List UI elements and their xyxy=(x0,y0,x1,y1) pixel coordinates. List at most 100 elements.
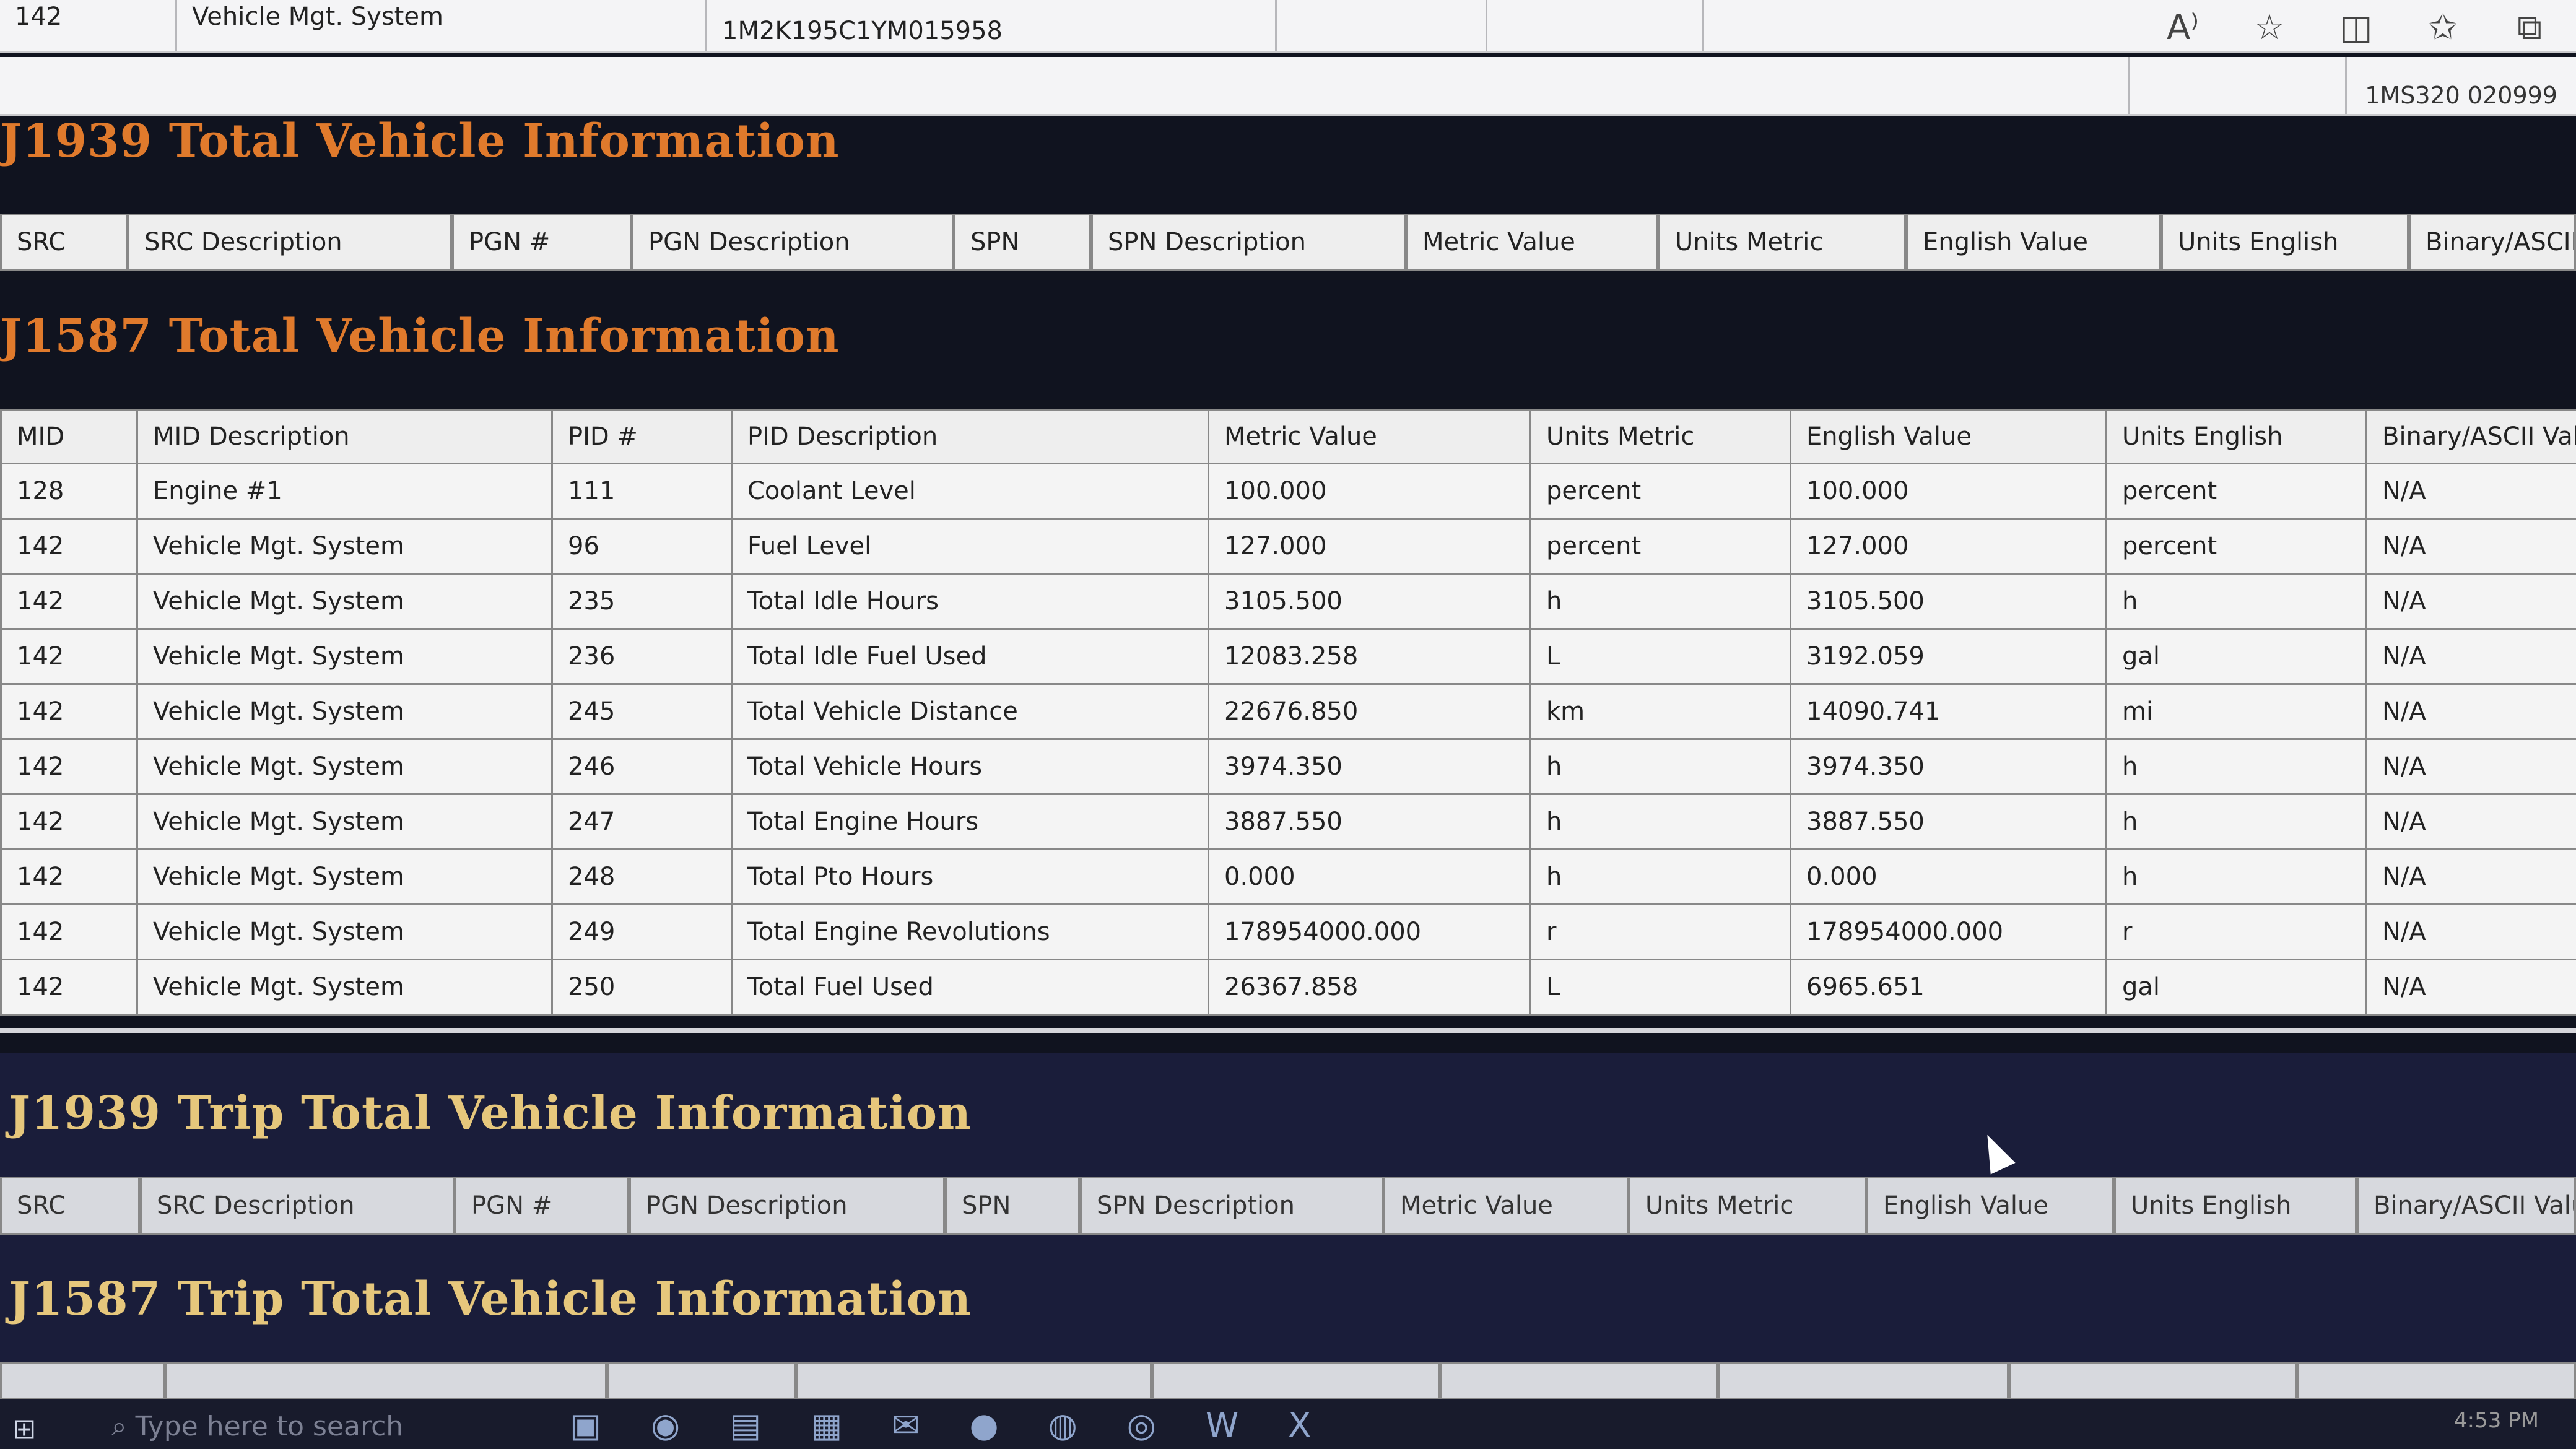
col-mid-description[interactable] xyxy=(165,1362,607,1399)
col-units-english[interactable] xyxy=(2009,1362,2297,1399)
cell-mid: 142 xyxy=(0,518,138,575)
cell-pid: 250 xyxy=(551,959,733,1016)
cell-units-metric: percent xyxy=(1530,518,1791,575)
table-row[interactable]: 142 Vehicle Mgt. System 247 Total Engine Ho… xyxy=(0,793,2576,850)
browser-icon[interactable]: ● xyxy=(969,1406,998,1445)
col-units-metric[interactable]: Units Metric xyxy=(1530,409,1791,464)
store-icon[interactable]: ▦ xyxy=(811,1406,842,1445)
quickbooks-icon[interactable]: ◎ xyxy=(1127,1406,1156,1445)
app-icon[interactable]: ◍ xyxy=(1048,1406,1077,1445)
cell-units-english: percent xyxy=(2105,518,2367,575)
cell-pid-description: Total Idle Hours xyxy=(731,573,1209,630)
col-units-english[interactable]: Units English xyxy=(2105,409,2367,464)
mail-icon[interactable]: ✉ xyxy=(892,1406,920,1445)
cell-metric-value: 3974.350 xyxy=(1208,738,1531,795)
col-pgn-description[interactable]: PGN Description xyxy=(632,214,954,271)
cell-units-english: mi xyxy=(2105,683,2367,740)
word-icon[interactable]: W xyxy=(1206,1406,1238,1445)
read-aloud-icon[interactable]: A⁾ xyxy=(2161,7,2204,48)
system-tray-clock[interactable]: 4:53 PM xyxy=(2454,1408,2539,1433)
col-mid-description[interactable]: MID Description xyxy=(136,409,553,464)
cell-english-value: 3105.500 xyxy=(1790,573,2107,630)
taskbar: ⊞ ⌕ Type here to search ▣ ◉ ▤ ▦ ✉ ● ◍ ◎ … xyxy=(0,1399,2576,1449)
col-binary-ascii[interactable]: Binary/ASCII Value xyxy=(2365,409,2576,464)
cell-mid-description: Vehicle Mgt. System xyxy=(136,683,553,740)
table-row[interactable]: 142 Vehicle Mgt. System 96 Fuel Level 127.00… xyxy=(0,518,2576,575)
col-pgn[interactable]: PGN # xyxy=(455,1177,629,1235)
col-metric-value[interactable]: Metric Value xyxy=(1406,214,1658,271)
table-row[interactable]: 128 Engine #1 111 Coolant Level 100.000 perce… xyxy=(0,463,2576,520)
cell-metric-value: 0.000 xyxy=(1208,848,1531,905)
cell-pid-description: Total Pto Hours xyxy=(731,848,1209,905)
col-binary-ascii[interactable]: Binary/ASCII Value xyxy=(2357,1177,2576,1235)
col-src-description[interactable]: SRC Description xyxy=(140,1177,455,1235)
col-spn[interactable]: SPN xyxy=(954,214,1091,271)
cell-units-english: h xyxy=(2105,573,2367,630)
windows-start-icon[interactable]: ⊞ xyxy=(12,1412,37,1445)
table-row[interactable]: 142 Vehicle Mgt. System 245 Total Vehicle D… xyxy=(0,683,2576,740)
favorites-icon[interactable]: ✩ xyxy=(2421,7,2465,48)
col-spn-description[interactable]: SPN Description xyxy=(1091,214,1406,271)
cell-mid: 142 xyxy=(0,628,138,685)
col-pgn[interactable]: PGN # xyxy=(452,214,632,271)
col-pid[interactable] xyxy=(607,1362,796,1399)
browser-toolbar: A⁾ ☆ ◫ ✩ ⧉ xyxy=(2161,7,2551,48)
j1587-total-table: MID MID Description PID # PID Descriptio… xyxy=(0,409,2576,1016)
j1939-total-title: J1939 Total Vehicle Information xyxy=(0,115,840,168)
table-row[interactable]: 142 Vehicle Mgt. System 235 Total Idle Hour… xyxy=(0,573,2576,630)
task-view-icon[interactable]: ▣ xyxy=(570,1406,601,1445)
col-binary-ascii[interactable]: Binary/ASCII Value xyxy=(2409,214,2576,271)
col-pid-description[interactable] xyxy=(796,1362,1152,1399)
col-units-english[interactable]: Units English xyxy=(2114,1177,2357,1235)
col-pid-description[interactable]: PID Description xyxy=(731,409,1209,464)
col-mid[interactable] xyxy=(0,1362,165,1399)
col-english-value[interactable]: English Value xyxy=(1906,214,2161,271)
file-explorer-icon[interactable]: ▤ xyxy=(729,1406,761,1445)
col-english-value[interactable] xyxy=(1718,1362,2009,1399)
cell-pid: 249 xyxy=(551,903,733,960)
col-src[interactable]: SRC xyxy=(0,1177,140,1235)
col-mid[interactable]: MID xyxy=(0,409,138,464)
col-metric-value[interactable]: Metric Value xyxy=(1383,1177,1629,1235)
cell-units-english: r xyxy=(2105,903,2367,960)
cell-binary-ascii: N/A xyxy=(2365,518,2576,575)
table-row[interactable]: 142 Vehicle Mgt. System 236 Total Idle Fuel… xyxy=(0,628,2576,685)
edge-icon[interactable]: ◉ xyxy=(651,1406,680,1445)
col-units-metric[interactable]: Units Metric xyxy=(1629,1177,1866,1235)
col-binary-ascii[interactable] xyxy=(2297,1362,2576,1399)
cell-units-metric: L xyxy=(1530,628,1791,685)
cell-units-english: h xyxy=(2105,738,2367,795)
cell-english-value: 3887.550 xyxy=(1790,793,2107,850)
split-view-icon[interactable]: ◫ xyxy=(2334,7,2378,48)
collections-icon[interactable]: ⧉ xyxy=(2508,7,2551,48)
favorite-star-icon[interactable]: ☆ xyxy=(2248,7,2291,48)
table-row[interactable]: 142 Vehicle Mgt. System 250 Total Fuel Used… xyxy=(0,959,2576,1016)
col-src-description[interactable]: SRC Description xyxy=(128,214,452,271)
col-spn[interactable]: SPN xyxy=(945,1177,1080,1235)
taskbar-apps: ▣ ◉ ▤ ▦ ✉ ● ◍ ◎ W X xyxy=(570,1406,1311,1445)
taskbar-search-input[interactable]: ⌕ Type here to search xyxy=(111,1411,403,1442)
col-spn-description[interactable]: SPN Description xyxy=(1080,1177,1383,1235)
col-pgn-description[interactable]: PGN Description xyxy=(629,1177,945,1235)
cell-pid-description: Total Vehicle Distance xyxy=(731,683,1209,740)
cell-pid-description: Coolant Level xyxy=(731,463,1209,520)
col-english-value[interactable]: English Value xyxy=(1866,1177,2114,1235)
excel-icon[interactable]: X xyxy=(1288,1406,1311,1445)
cell-units-metric: r xyxy=(1530,903,1791,960)
col-units-english[interactable]: Units English xyxy=(2161,214,2409,271)
table-row[interactable]: 142 Vehicle Mgt. System 248 Total Pto Hours… xyxy=(0,848,2576,905)
col-src[interactable]: SRC xyxy=(0,214,128,271)
col-metric-value[interactable] xyxy=(1152,1362,1440,1399)
cell-english-value: 6965.651 xyxy=(1790,959,2107,1016)
col-metric-value[interactable]: Metric Value xyxy=(1208,409,1531,464)
col-pid[interactable]: PID # xyxy=(551,409,733,464)
col-english-value[interactable]: English Value xyxy=(1790,409,2107,464)
table-row[interactable]: 142 Vehicle Mgt. System 246 Total Vehicle H… xyxy=(0,738,2576,795)
cell-mid: 128 xyxy=(0,463,138,520)
col-units-metric[interactable]: Units Metric xyxy=(1658,214,1906,271)
table-row[interactable]: 142 Vehicle Mgt. System 249 Total Engine Re… xyxy=(0,903,2576,960)
j1939-total-header-row: SRC SRC Description PGN # PGN Descriptio… xyxy=(0,214,2576,271)
j1587-trip-header-row xyxy=(0,1362,2576,1399)
col-units-metric[interactable] xyxy=(1440,1362,1718,1399)
cell-units-metric: percent xyxy=(1530,463,1791,520)
